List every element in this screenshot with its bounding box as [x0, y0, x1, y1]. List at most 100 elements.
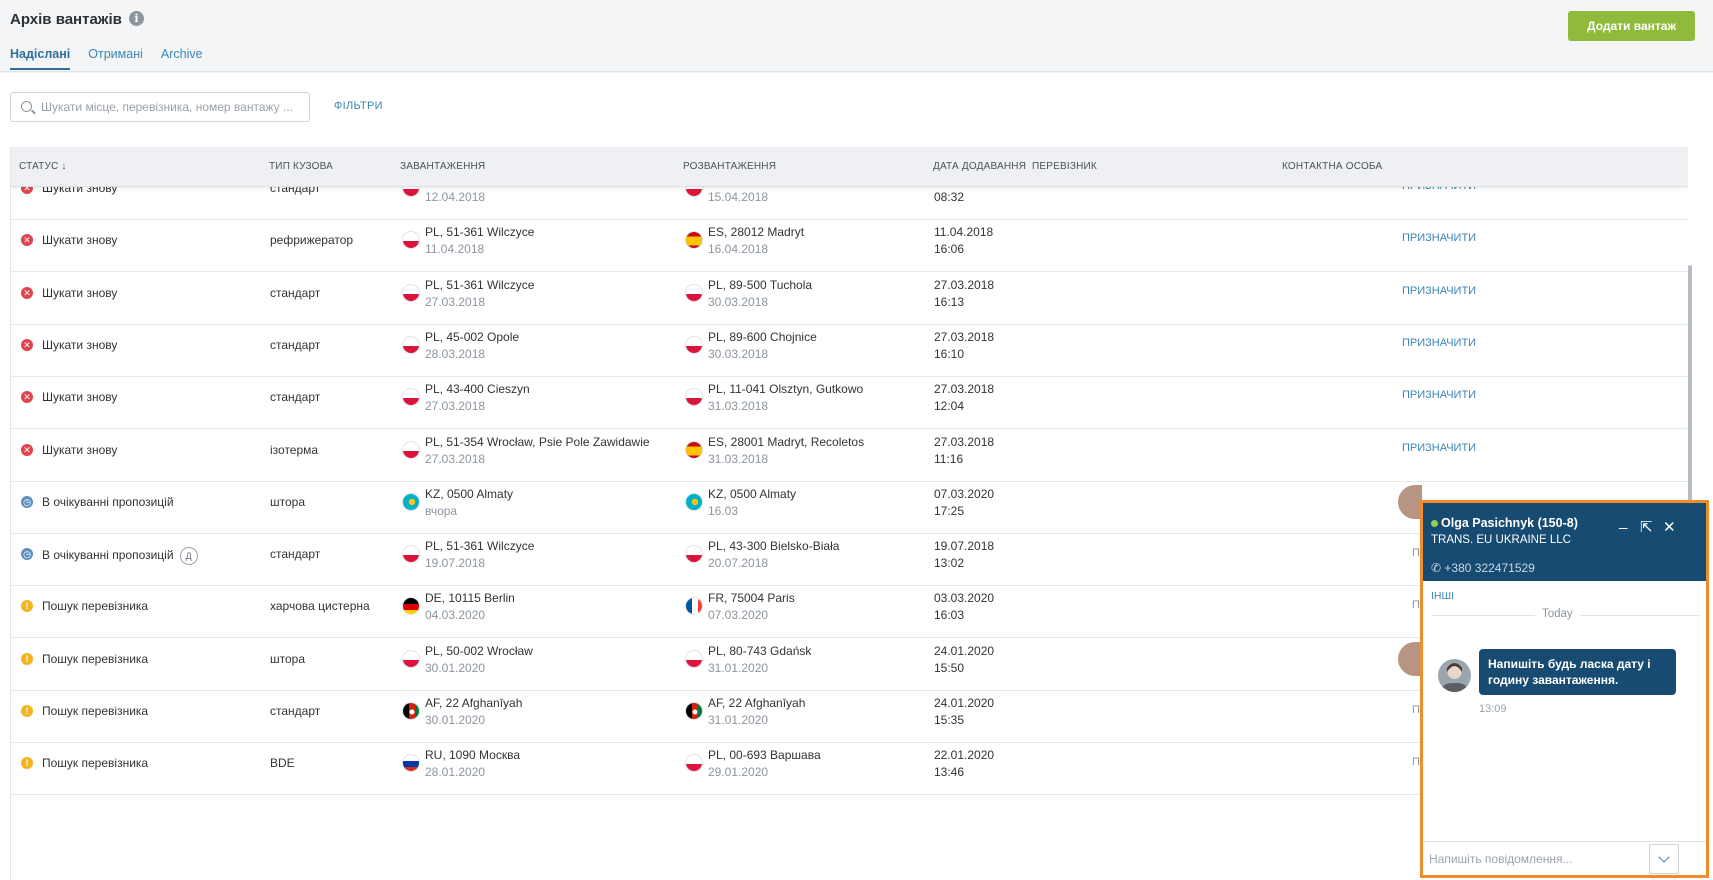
status-waiting-icon: ◷	[21, 548, 33, 560]
date-added: 24.01.2020 15:50	[934, 644, 995, 675]
flag-ru-icon	[402, 754, 420, 772]
status-search-icon: !	[21, 757, 33, 769]
status-label: Шукати знову	[42, 286, 118, 300]
flag-pl-icon	[685, 545, 703, 563]
avatar	[1438, 659, 1471, 692]
contact-text: П	[1412, 704, 1420, 716]
loading-place: DE, 10115 Berlin 04.03.2020	[425, 591, 515, 622]
body-type: штора	[270, 652, 306, 666]
unloading-place: PL, 89-600 Chojnice 30.03.2018	[708, 330, 817, 361]
table-row[interactable]: ✕ Шукати знову стандарт PL, 45-002 Opole 28.…	[11, 325, 1688, 377]
date-added: 27.03.2018 16:10	[934, 330, 995, 361]
body-type: стандарт	[270, 704, 321, 718]
chat-window: Olga Pasichnyk (150-8) TRANS. EU UKRAINE…	[1420, 500, 1709, 878]
table-row[interactable]: ✕ Шукати знову стандарт PL, 51-361 Wilczyce…	[11, 273, 1688, 325]
contact-text: П	[1412, 599, 1420, 611]
expand-icon[interactable]: ⇱	[1640, 518, 1653, 536]
date-added: 27.03.2018 16:13	[934, 278, 995, 309]
unloading-place: ES, 28012 Madryt 16.04.2018	[708, 225, 805, 256]
loading-place: PL, 45-002 Opole 28.03.2018	[425, 330, 520, 361]
unloading-place: AF, 22 Afghanīyah 31.01.2020	[708, 696, 806, 727]
status-error-icon: ✕	[21, 444, 33, 456]
column-header-date-added: ДАТА ДОДАВАННЯ	[933, 161, 1027, 172]
close-icon[interactable]: ✕	[1663, 518, 1676, 536]
filters-button[interactable]: ФІЛЬТРИ	[334, 100, 383, 112]
body-type: стандарт	[270, 390, 321, 404]
date-added: 11.04.2018 16:06	[934, 225, 994, 256]
column-header-contact: КОНТАКТНА ОСОБА	[1282, 161, 1383, 172]
status-label: Пошук перевізника	[42, 756, 149, 770]
chat-contact-name: Olga Pasichnyk (150-8)	[1441, 516, 1578, 530]
loading-place: PL, 51-354 Wrocław, Psie Pole Zawidawie 2…	[425, 435, 650, 466]
body-type: стандарт	[270, 547, 321, 561]
unloading-place: PL, 00-693 Варшава 29.01.2020	[708, 748, 821, 779]
search-icon	[21, 101, 32, 112]
status-label: Шукати знову	[42, 338, 118, 352]
status-error-icon: ✕	[21, 287, 33, 299]
body-type: рефрижератор	[270, 233, 354, 247]
chat-header: Olga Pasichnyk (150-8) TRANS. EU UKRAINE…	[1423, 503, 1706, 581]
body-type: харчова цистерна	[270, 599, 370, 613]
chat-message: Напишіть будь ласка дату і годину завант…	[1479, 649, 1676, 695]
date-added: 27.03.2018 11:16	[934, 435, 995, 466]
online-status-icon	[1431, 520, 1438, 527]
flag-es-icon	[685, 231, 703, 249]
flag-pl-icon	[685, 388, 703, 406]
table-row[interactable]: ✕ Шукати знову рефрижератор PL, 51-361 Wilc…	[11, 220, 1688, 272]
status-error-icon: ✕	[21, 339, 33, 351]
chat-message-input[interactable]	[1429, 848, 1639, 870]
tabs: Надіслані Отримані Archive	[10, 47, 221, 70]
minimize-icon[interactable]: _	[1619, 513, 1627, 530]
column-header-unloading: РОЗВАНТАЖЕННЯ	[683, 161, 777, 172]
column-header-status[interactable]: СТАТУС ↓	[19, 161, 67, 172]
search-input[interactable]	[41, 97, 303, 117]
unloading-place: PL, 43-300 Bielsko-Biała 20.07.2018	[708, 539, 840, 570]
flag-pl-icon	[402, 388, 420, 406]
flag-kz-icon	[685, 493, 703, 511]
flag-kz-icon	[402, 493, 420, 511]
status-search-icon: !	[21, 600, 33, 612]
status-label: Пошук перевізника	[42, 599, 149, 613]
tab-received[interactable]: Отримані	[88, 47, 143, 70]
table-row[interactable]: ✕ Шукати знову ізотерма PL, 51-354 Wrocław,…	[11, 430, 1688, 482]
assign-contact-link[interactable]: ПРИЗНАЧИТИ	[1402, 232, 1476, 244]
add-cargo-button[interactable]: Додати вантаж	[1568, 11, 1695, 41]
date-added: 03.03.2020 16:03	[934, 591, 995, 622]
loading-place: PL, 51-361 Wilczyce 11.04.2018	[425, 225, 535, 256]
date-added: 24.01.2020 15:35	[934, 696, 995, 727]
chevron-down-icon[interactable]	[1649, 844, 1679, 874]
loading-place: KZ, 0500 Almaty вчора	[425, 487, 514, 518]
flag-pl-icon	[685, 754, 703, 772]
status-waiting-icon: ◷	[21, 496, 33, 508]
body-type: BDE	[270, 756, 295, 770]
assign-contact-link[interactable]: ПРИЗНАЧИТИ	[1402, 442, 1476, 454]
chat-company: TRANS. EU UKRAINE LLC	[1431, 534, 1571, 546]
status-label: Пошук перевізника	[42, 704, 149, 718]
date-added: 27.03.2018 12:04	[934, 382, 995, 413]
body-type: стандарт	[270, 286, 321, 300]
flag-af-icon	[402, 702, 420, 720]
status-label: Пошук перевізника	[42, 652, 149, 666]
info-icon[interactable]: i	[129, 11, 144, 26]
tab-archive[interactable]: Archive	[161, 47, 203, 70]
flag-pl-icon	[402, 545, 420, 563]
table-row[interactable]: ✕ Шукати знову стандарт PL, 43-400 Cieszyn 2…	[11, 377, 1688, 429]
status-label: Шукати знову	[42, 443, 118, 457]
page-title: Архів вантажів	[10, 11, 122, 28]
chat-tab-other[interactable]: ІНШІ	[1431, 590, 1454, 602]
status-label: Шукати знову	[42, 390, 118, 404]
flag-af-icon	[685, 702, 703, 720]
column-header-carrier: ПЕРЕВІЗНИК	[1032, 161, 1097, 172]
chat-composer	[1423, 841, 1706, 875]
assign-contact-link[interactable]: ПРИЗНАЧИТИ	[1402, 337, 1476, 349]
flag-de-icon	[402, 597, 420, 615]
assign-contact-link[interactable]: ПРИЗНАЧИТИ	[1402, 285, 1476, 297]
flag-es-icon	[685, 441, 703, 459]
assign-contact-link[interactable]: ПРИЗНАЧИТИ	[1402, 389, 1476, 401]
status-label: Шукати знову	[42, 233, 118, 247]
loading-place: PL, 50-002 Wrocław 30.01.2020	[425, 644, 533, 675]
unloading-place: PL, 89-500 Tuchola 30.03.2018	[708, 278, 813, 309]
sort-arrow-icon: ↓	[61, 161, 67, 172]
status-error-icon: ✕	[21, 234, 33, 246]
tab-sent[interactable]: Надіслані	[10, 47, 71, 70]
